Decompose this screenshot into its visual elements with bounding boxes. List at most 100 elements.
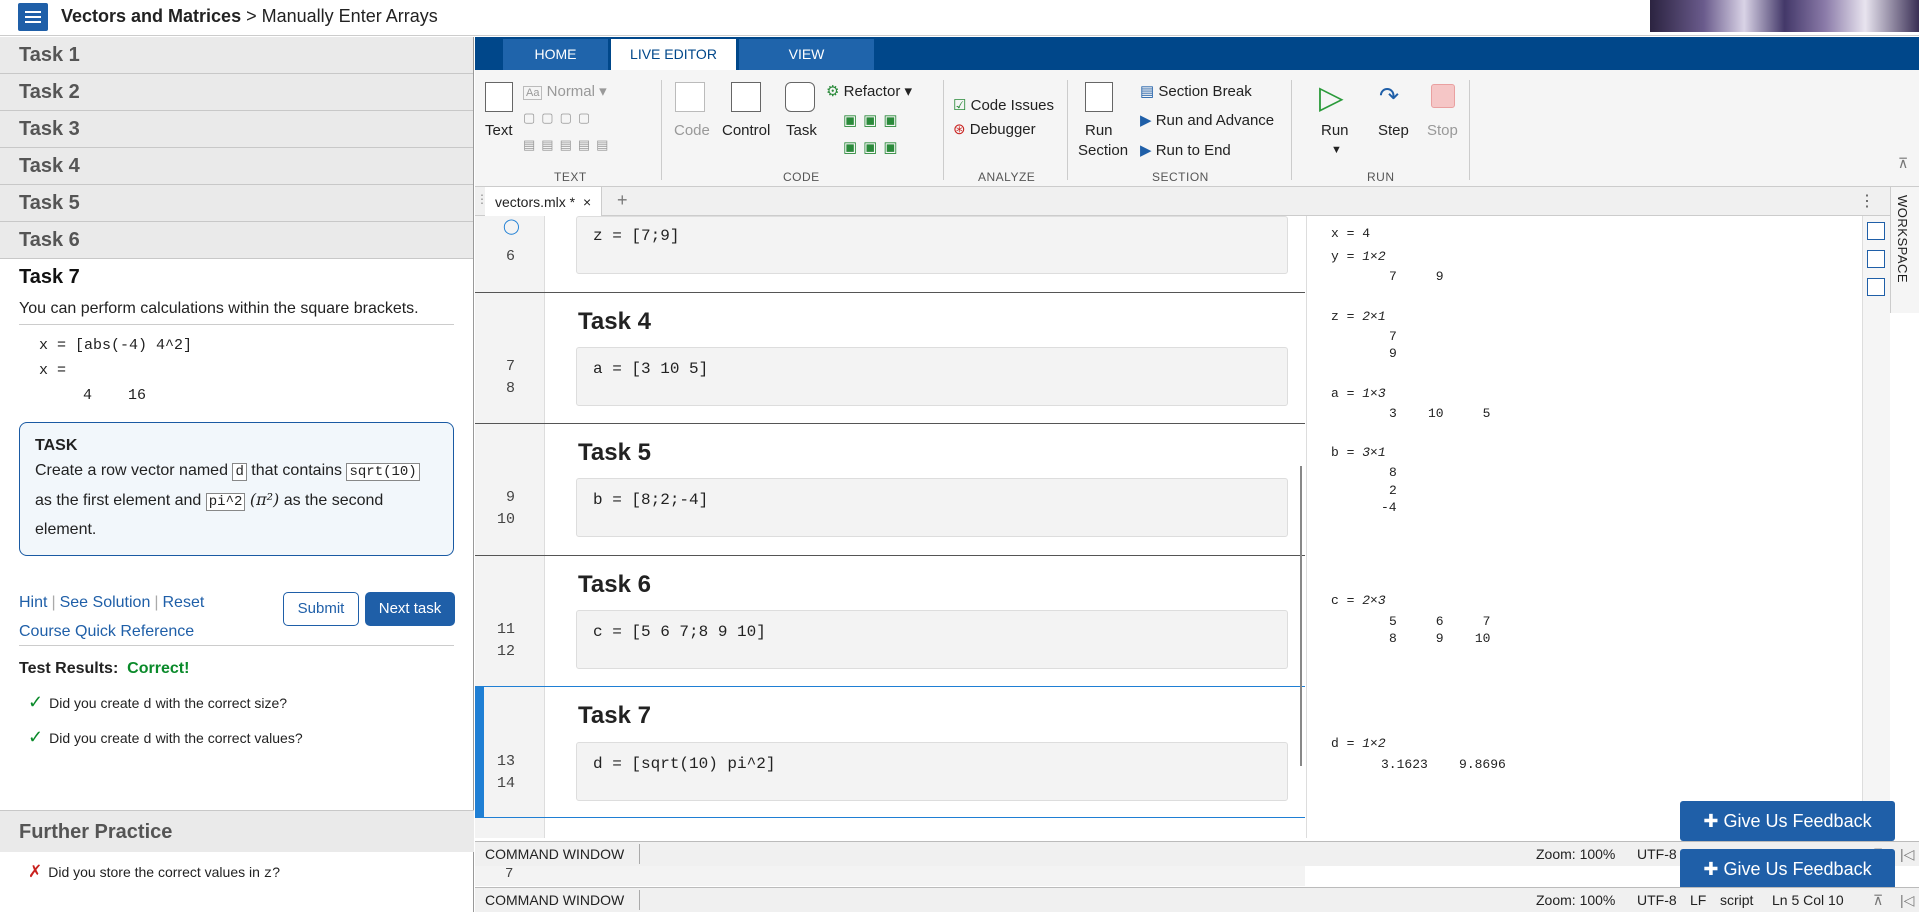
text-button[interactable]: Text <box>485 122 513 139</box>
workspace-tab[interactable]: WORKSPACE <box>1890 187 1919 313</box>
run-icon[interactable]: ▷ <box>1319 78 1344 116</box>
code-block[interactable]: c = [5 6 7;8 9 10] <box>576 610 1288 669</box>
control-button[interactable]: Control <box>722 122 770 139</box>
feedback-icon: ✚ <box>1703 859 1719 879</box>
tab-home[interactable]: HOME <box>503 39 608 70</box>
quick-reference-link[interactable]: Course Quick Reference <box>19 623 194 640</box>
format-buttons[interactable]: ▢▢▢▢ <box>523 110 596 126</box>
output-y: y = 1×2 <box>1331 249 1386 264</box>
further-check[interactable]: ✗ Did you store the correct values in z? <box>28 862 280 882</box>
breadcrumb-course[interactable]: Vectors and Matrices <box>61 6 241 26</box>
stop-icon <box>1431 84 1455 108</box>
command-window-label: COMMAND WINDOW <box>485 892 625 908</box>
menu-icon[interactable] <box>18 3 48 31</box>
feedback-button[interactable]: ✚ Give Us Feedback <box>1680 801 1895 841</box>
code-block[interactable]: b = [8;2;-4] <box>576 478 1288 537</box>
step-icon[interactable]: ↷ <box>1379 82 1399 111</box>
output-c-v1: 5 6 7 <box>1389 614 1491 629</box>
control-icon[interactable] <box>731 82 761 112</box>
file-tab[interactable]: vectors.mlx * × <box>485 187 603 216</box>
breadcrumb-lesson: Manually Enter Arrays <box>261 6 438 26</box>
check-icon: ✓ <box>28 692 44 712</box>
live-editor: ◯ 6 z = [7;9] Task 4 7 8 a = [3 10 5] Ta… <box>475 216 1305 838</box>
dock-icon[interactable]: |◁ <box>1900 888 1914 913</box>
pi-squared-math: (π²) <box>249 490 280 509</box>
submit-button[interactable]: Submit <box>283 592 359 626</box>
task-item-4[interactable]: Task 4 <box>0 148 473 185</box>
section-break-button[interactable]: ▤ Section Break <box>1140 82 1252 100</box>
task-item-2[interactable]: Task 2 <box>0 74 473 111</box>
run-dropdown-icon[interactable]: ▼ <box>1331 144 1342 156</box>
task-icon[interactable] <box>785 82 815 112</box>
cursor-status: Ln 5 Col 10 <box>1772 892 1844 908</box>
ribbon-tabs: HOME LIVE EDITOR VIEW <box>475 37 1919 70</box>
text-icon[interactable] <box>485 82 513 112</box>
feedback-icon: ✚ <box>1703 811 1719 831</box>
see-solution-link[interactable]: See Solution <box>60 594 151 611</box>
task-button[interactable]: Task <box>786 122 817 139</box>
task-item-6[interactable]: Task 6 <box>0 222 473 259</box>
expand-icon[interactable]: ⊼ <box>1873 888 1883 913</box>
task-item-5[interactable]: Task 5 <box>0 185 473 222</box>
run-advance-button[interactable]: ▶ Run and Advance <box>1140 111 1274 129</box>
reset-link[interactable]: Reset <box>163 594 205 611</box>
collapse-ribbon-icon[interactable]: ⊼ <box>1898 155 1908 172</box>
encoding-status: UTF-8 <box>1637 846 1677 862</box>
run-to-end-button[interactable]: ▶ Run to End <box>1140 141 1231 159</box>
task-item-1[interactable]: Task 1 <box>0 37 473 74</box>
hide-code-icon[interactable] <box>1867 278 1885 296</box>
feedback-button[interactable]: ✚ Give Us Feedback <box>1680 849 1895 887</box>
line-number: 7 <box>505 358 515 375</box>
task-box: TASK Create a row vector named d that co… <box>19 422 454 556</box>
further-practice[interactable]: Further Practice <box>0 810 474 852</box>
ribbon-toolbar: Text Aa Normal ▾ ▢▢▢▢ ▤▤▤▤▤ TEXT Code Co… <box>475 70 1919 187</box>
code-issues-button[interactable]: ☑ Code Issues <box>953 96 1054 114</box>
run-group-label: RUN <box>1367 170 1395 184</box>
list-buttons[interactable]: ▤▤▤▤▤ <box>523 137 614 153</box>
output-b-v3: -4 <box>1381 500 1397 515</box>
more-options-icon[interactable]: ⋮ <box>1859 191 1875 211</box>
cross-icon: ✗ <box>28 862 43 881</box>
code-block[interactable]: a = [3 10 5] <box>576 347 1288 406</box>
task-item-3[interactable]: Task 3 <box>0 111 473 148</box>
close-icon: × <box>583 194 592 210</box>
step-button[interactable]: Step <box>1378 122 1409 139</box>
refactor-actions-2[interactable]: ▣▣▣ <box>843 138 904 156</box>
check-values[interactable]: ✓ Did you create d with the correct value… <box>28 727 454 748</box>
command-window-bar[interactable]: COMMAND WINDOW Zoom: 100% UTF-8 LF scrip… <box>475 887 1919 912</box>
run-section-label-2[interactable]: Section <box>1078 142 1128 159</box>
output-a-values: 3 10 5 <box>1389 406 1491 421</box>
debugger-button[interactable]: ⊛ Debugger <box>953 120 1036 138</box>
code-block[interactable]: d = [sqrt(10) pi^2] <box>576 742 1288 801</box>
output-b-v1: 8 <box>1389 465 1397 480</box>
output-right-icon[interactable] <box>1867 250 1885 268</box>
tab-view[interactable]: VIEW <box>739 39 874 70</box>
section-group-label: SECTION <box>1152 170 1209 184</box>
code-block[interactable]: z = [7;9] <box>576 216 1288 274</box>
scrollbar[interactable] <box>1300 466 1302 766</box>
check-size[interactable]: ✓ Did you create d with the correct size? <box>28 692 454 713</box>
results-label: Test Results: <box>19 660 119 677</box>
refactor-actions[interactable]: ▣▣▣ <box>843 111 904 129</box>
run-button[interactable]: Run <box>1321 122 1349 139</box>
style-dropdown[interactable]: Aa Normal ▾ <box>523 82 607 100</box>
dock-icon[interactable]: |◁ <box>1900 842 1914 867</box>
output-b: b = 3×1 <box>1331 445 1386 460</box>
code-sqrt: sqrt(10) <box>346 463 420 481</box>
active-section-marker <box>475 687 484 817</box>
run-to-end-icon: ▶ <box>1140 142 1152 159</box>
hint-link[interactable]: Hint <box>19 594 47 611</box>
refactor-icon: ⚙ <box>826 83 840 100</box>
run-section-icon[interactable] <box>1085 82 1113 112</box>
task-7-body: You can perform calculations within the … <box>0 298 473 408</box>
next-task-button[interactable]: Next task <box>365 592 455 626</box>
output-inline-icon[interactable] <box>1867 222 1885 240</box>
refactor-dropdown[interactable]: ⚙ Refactor ▾ <box>826 82 912 100</box>
add-tab-icon[interactable]: + <box>617 190 628 211</box>
style-icon: Aa <box>523 86 543 100</box>
zoom-status: Zoom: 100% <box>1536 846 1616 862</box>
run-section-label-1[interactable]: Run <box>1085 122 1113 139</box>
task-item-7[interactable]: Task 7 <box>0 259 473 296</box>
output-view-toggles <box>1862 216 1890 838</box>
tab-live-editor[interactable]: LIVE EDITOR <box>611 39 736 70</box>
